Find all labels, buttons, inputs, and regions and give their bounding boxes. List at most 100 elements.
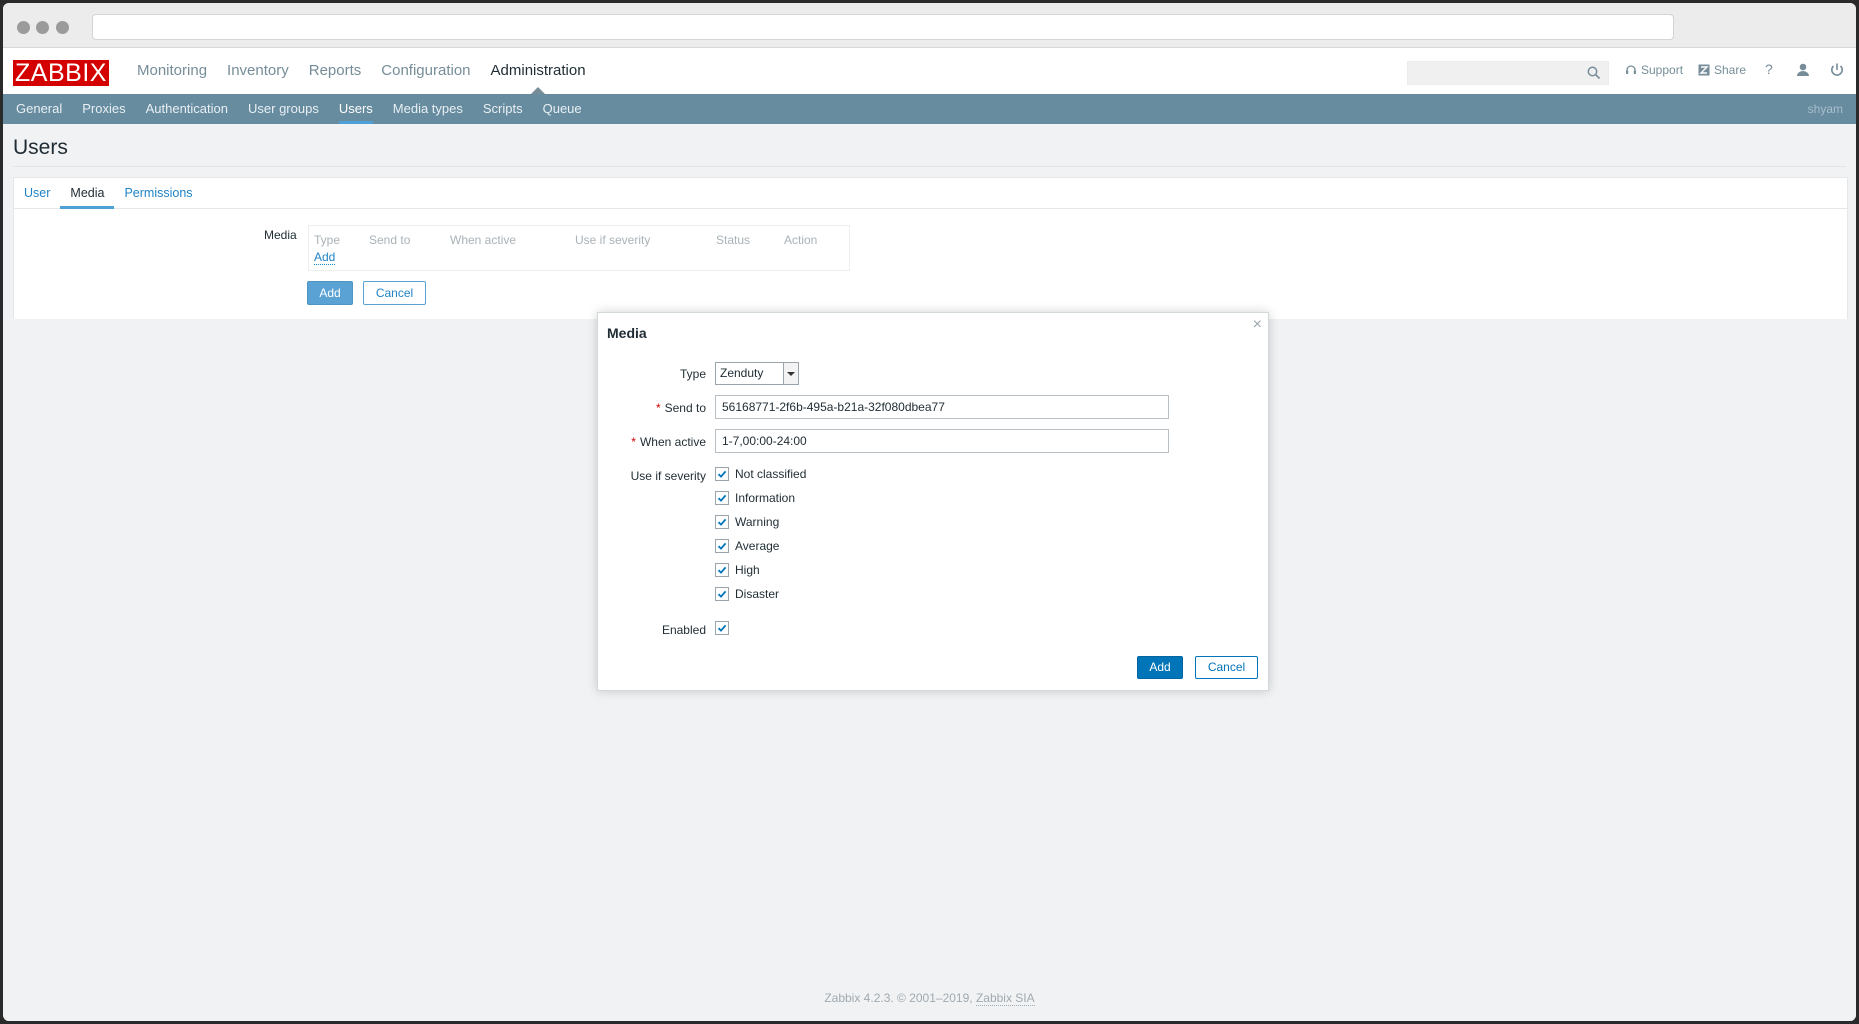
enabled-checkbox-row[interactable] bbox=[715, 621, 729, 635]
severity-option-label: Average bbox=[735, 539, 780, 553]
user-form-panel: User Media Permissions Media Type Send t… bbox=[13, 177, 1848, 321]
checkmark-icon bbox=[717, 624, 727, 632]
media-table: Type Send to When active Use if severity… bbox=[308, 225, 850, 271]
enabled-label: Enabled bbox=[661, 623, 706, 637]
severity-information[interactable]: Information bbox=[715, 491, 795, 505]
nav-administration-label: Administration bbox=[490, 62, 586, 79]
when-active-input[interactable]: 1-7,00:00-24:00 bbox=[715, 429, 1169, 453]
dialog-cancel-button[interactable]: Cancel bbox=[1195, 656, 1258, 679]
sub-nav-items: General Proxies Authentication User grou… bbox=[6, 94, 592, 124]
media-add-link[interactable]: Add bbox=[314, 251, 336, 265]
enabled-checkbox[interactable] bbox=[715, 621, 729, 635]
chevron-down-icon bbox=[783, 363, 798, 384]
subnav-general[interactable]: General bbox=[6, 94, 72, 124]
checkmark-icon bbox=[717, 518, 727, 526]
title-divider bbox=[13, 166, 1846, 167]
checkbox-checked[interactable] bbox=[715, 587, 729, 601]
severity-not-classified[interactable]: Not classified bbox=[715, 467, 806, 481]
current-username: shyam bbox=[1807, 102, 1843, 116]
subnav-proxies[interactable]: Proxies bbox=[72, 94, 135, 124]
nav-administration[interactable]: Administration bbox=[481, 48, 596, 95]
severity-option-label: Warning bbox=[735, 515, 780, 529]
subnav-user-groups[interactable]: User groups bbox=[238, 94, 329, 124]
search-icon[interactable] bbox=[1586, 65, 1602, 81]
media-col-status: Status bbox=[716, 233, 751, 247]
type-select[interactable]: Zenduty bbox=[715, 362, 799, 385]
share-link[interactable]: Share bbox=[1698, 63, 1746, 77]
checkbox-checked[interactable] bbox=[715, 539, 729, 553]
severity-option-label: High bbox=[735, 563, 760, 577]
media-col-action: Action bbox=[784, 233, 818, 247]
subnav-media-types[interactable]: Media types bbox=[383, 94, 473, 124]
top-header: ZABBIX Monitoring Inventory Reports Conf… bbox=[3, 48, 1856, 95]
tab-permissions[interactable]: Permissions bbox=[114, 178, 202, 208]
footer-text: Zabbix 4.2.3. © 2001–2019, bbox=[824, 991, 976, 1005]
footer-link[interactable]: Zabbix SIA bbox=[975, 991, 1035, 1006]
severity-option-label: Not classified bbox=[735, 467, 807, 481]
window-minimize-dot[interactable] bbox=[36, 21, 49, 34]
subnav-authentication[interactable]: Authentication bbox=[136, 94, 238, 124]
tab-user[interactable]: User bbox=[14, 178, 60, 208]
media-col-when-active: When active bbox=[450, 233, 517, 247]
severity-warning[interactable]: Warning bbox=[715, 515, 779, 529]
share-label: Share bbox=[1714, 63, 1747, 77]
user-icon[interactable] bbox=[1794, 61, 1812, 79]
severity-average[interactable]: Average bbox=[715, 539, 779, 553]
when-active-label: * When active bbox=[598, 435, 706, 449]
zabbix-logo[interactable]: ZABBIX bbox=[13, 60, 109, 86]
type-select-value: Zenduty bbox=[720, 366, 764, 380]
dialog-title: Media bbox=[607, 325, 647, 341]
power-icon[interactable] bbox=[1828, 61, 1846, 79]
media-field-label: Media bbox=[264, 228, 297, 242]
checkmark-icon bbox=[717, 470, 727, 478]
media-col-send-to: Send to bbox=[369, 233, 411, 247]
severity-disaster[interactable]: Disaster bbox=[715, 587, 779, 601]
form-cancel-button[interactable]: Cancel bbox=[363, 281, 426, 305]
share-icon bbox=[1698, 64, 1710, 76]
footer: Zabbix 4.2.3. © 2001–2019, Zabbix SIA bbox=[3, 991, 1856, 1006]
checkmark-icon bbox=[717, 590, 727, 598]
nav-reports[interactable]: Reports bbox=[299, 48, 372, 94]
required-asterisk: * bbox=[655, 401, 661, 415]
address-bar[interactable] bbox=[92, 14, 1674, 40]
window-close-dot[interactable] bbox=[17, 21, 30, 34]
type-label: Type bbox=[679, 367, 706, 381]
media-col-severity: Use if severity bbox=[575, 233, 651, 247]
search-input[interactable] bbox=[1407, 61, 1609, 85]
page-title: Users bbox=[13, 136, 68, 159]
checkbox-checked[interactable] bbox=[715, 563, 729, 577]
form-add-button[interactable]: Add bbox=[307, 281, 353, 305]
send-to-label-text: Send to bbox=[664, 401, 706, 415]
browser-chrome bbox=[3, 3, 1856, 48]
help-button[interactable]: ? bbox=[1765, 61, 1773, 77]
nav-configuration[interactable]: Configuration bbox=[371, 48, 480, 94]
send-to-label: * Send to bbox=[598, 401, 706, 415]
checkbox-checked[interactable] bbox=[715, 467, 729, 481]
support-link[interactable]: Support bbox=[1625, 63, 1683, 77]
media-dialog: Media × Type Zenduty * Send to 56168771-2… bbox=[597, 312, 1269, 691]
subnav-users[interactable]: Users bbox=[329, 94, 383, 124]
checkbox-checked[interactable] bbox=[715, 491, 729, 505]
severity-option-label: Information bbox=[735, 491, 796, 505]
help-icon: ? bbox=[1765, 61, 1773, 77]
window-maximize-dot[interactable] bbox=[56, 21, 69, 34]
subnav-queue[interactable]: Queue bbox=[533, 94, 592, 124]
when-active-label-text: When active bbox=[639, 435, 706, 449]
checkbox-checked[interactable] bbox=[715, 515, 729, 529]
nav-inventory[interactable]: Inventory bbox=[217, 48, 299, 94]
sub-nav: General Proxies Authentication User grou… bbox=[3, 94, 1856, 124]
subnav-scripts[interactable]: Scripts bbox=[473, 94, 533, 124]
media-col-type: Type bbox=[314, 233, 341, 247]
send-to-input[interactable]: 56168771-2f6b-495a-b21a-32f080dbea77 bbox=[715, 395, 1169, 419]
headset-icon bbox=[1626, 65, 1636, 74]
browser-window: ZABBIX Monitoring Inventory Reports Conf… bbox=[3, 3, 1856, 1021]
tab-media[interactable]: Media bbox=[60, 178, 115, 209]
checkmark-icon bbox=[717, 542, 727, 550]
severity-high[interactable]: High bbox=[715, 563, 760, 577]
dialog-add-button[interactable]: Add bbox=[1137, 656, 1183, 679]
severity-label: Use if severity bbox=[630, 469, 706, 483]
checkmark-icon bbox=[717, 494, 727, 502]
nav-monitoring[interactable]: Monitoring bbox=[127, 48, 217, 94]
close-icon[interactable]: × bbox=[1253, 316, 1262, 334]
checkmark-icon bbox=[717, 566, 727, 574]
